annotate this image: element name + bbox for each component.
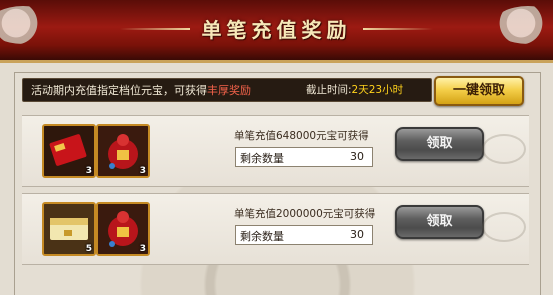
item-count: 3 bbox=[85, 166, 92, 176]
reward-row: 5 3 单笔充值2000000元宝可获得 剩余数量 30 领取 bbox=[22, 193, 529, 265]
remaining-quantity: 剩余数量 30 bbox=[235, 147, 373, 167]
reward-requirement: 单笔充值2000000元宝可获得 bbox=[234, 208, 376, 220]
claim-button[interactable]: 领取 bbox=[395, 205, 484, 239]
event-description: 活动期内充值指定档位元宝，可获得丰厚奖励 bbox=[31, 84, 251, 97]
reward-item-slot[interactable]: 3 bbox=[96, 202, 150, 256]
remaining-label: 剩余数量 bbox=[240, 230, 284, 243]
title-banner: 单笔充值奖励 bbox=[0, 0, 553, 63]
remaining-value: 30 bbox=[350, 150, 364, 163]
swirl-ornament bbox=[482, 134, 526, 164]
item-count: 3 bbox=[139, 244, 146, 254]
reward-row: 3 3 单笔充值648000元宝可获得 剩余数量 30 领取 bbox=[22, 115, 529, 187]
claim-button[interactable]: 领取 bbox=[395, 127, 484, 161]
swirl-ornament bbox=[482, 212, 526, 242]
remaining-quantity: 剩余数量 30 bbox=[235, 225, 373, 245]
item-count: 3 bbox=[139, 166, 146, 176]
deadline-value: 2天23小时 bbox=[351, 84, 404, 96]
reward-item-slot[interactable]: 5 bbox=[42, 202, 96, 256]
claim-all-button[interactable]: 一键领取 bbox=[434, 76, 524, 106]
remaining-value: 30 bbox=[350, 228, 364, 241]
reward-requirement: 单笔充值648000元宝可获得 bbox=[234, 130, 369, 142]
page-title: 单笔充值奖励 bbox=[201, 18, 352, 42]
reward-item-slot[interactable]: 3 bbox=[96, 124, 150, 178]
remaining-label: 剩余数量 bbox=[240, 152, 284, 165]
reward-highlight: 丰厚奖励 bbox=[207, 84, 251, 97]
reward-window: 单笔充值奖励 活动期内充值指定档位元宝，可获得丰厚奖励 截止时间:2天23小时 … bbox=[0, 0, 553, 295]
info-bar: 活动期内充值指定档位元宝，可获得丰厚奖励 截止时间:2天23小时 bbox=[22, 78, 432, 102]
deadline: 截止时间:2天23小时 bbox=[306, 84, 404, 96]
reward-item-slot[interactable]: 3 bbox=[42, 124, 96, 178]
item-count: 5 bbox=[85, 244, 92, 254]
